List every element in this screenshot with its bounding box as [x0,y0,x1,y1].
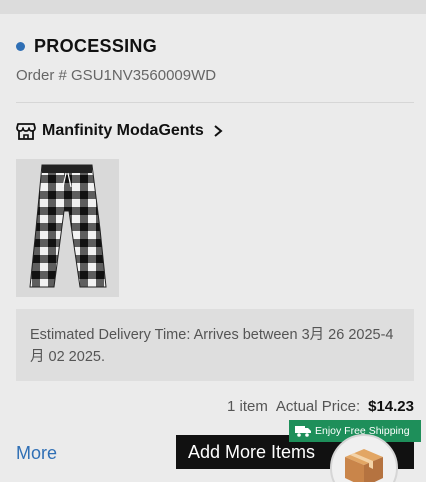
plaid-pants-image [16,159,119,297]
order-card: PROCESSING Order # GSU1NV3560009WD Manfi… [0,14,426,482]
more-button[interactable]: More [16,443,57,464]
add-more-items-label: Add More Items [188,441,316,462]
status-dot [16,42,25,51]
product-image[interactable] [16,159,119,297]
store-link[interactable]: Manfinity ModaGents [16,121,224,141]
price-label: Actual Price: [275,398,361,415]
status-text: PROCESSING [34,36,158,56]
order-summary: 1 item Actual Price: $14.23 [227,398,414,415]
top-strip [0,0,426,14]
delivery-estimate: Estimated Delivery Time: Arrives between… [16,309,414,381]
order-status: PROCESSING [16,36,157,57]
item-count: 1 item [227,398,268,415]
chevron-right-icon [214,125,223,137]
order-number: Order # GSU1NV3560009WD [16,67,217,84]
store-icon [16,123,36,140]
truck-icon [295,426,311,437]
delivery-text: Estimated Delivery Time: Arrives between… [30,327,394,365]
divider [16,102,414,103]
store-name: Manfinity ModaGents [42,122,204,139]
actual-price: $14.23 [368,398,414,415]
package-box-icon [345,449,383,482]
